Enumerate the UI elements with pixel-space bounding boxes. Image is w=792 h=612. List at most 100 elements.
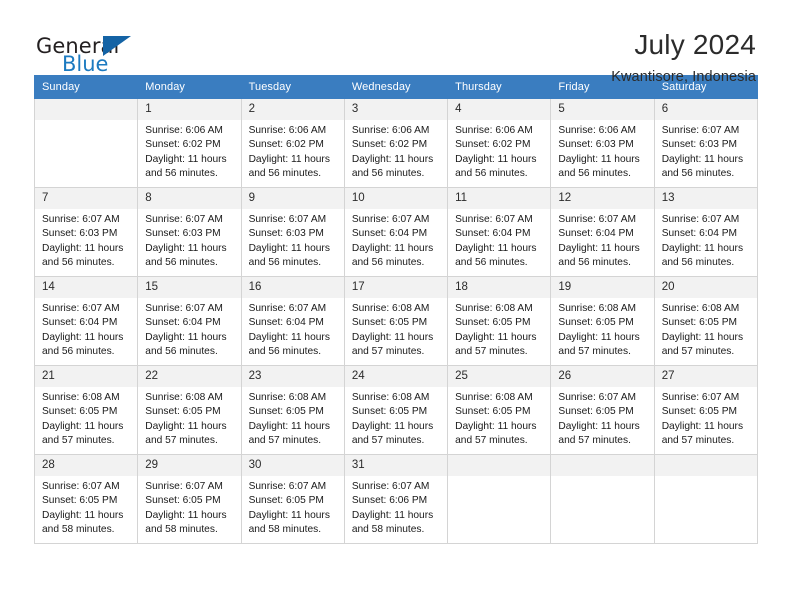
general-blue-logo[interactable]: General Blue bbox=[34, 30, 144, 78]
title-block: July 2024 Kwantisore, Indonesia bbox=[611, 29, 758, 85]
calendar-day-cell[interactable]: 16 Sunrise: 6:07 AM Sunset: 6:04 PM Dayligh… bbox=[240, 276, 345, 366]
calendar-day-cell[interactable]: 4 Sunrise: 6:06 AM Sunset: 6:02 PM Daylight… bbox=[447, 98, 552, 188]
calendar-day-cell[interactable]: 11 Sunrise: 6:07 AM Sunset: 6:04 PM Dayligh… bbox=[447, 187, 552, 277]
sunset-text: Sunset: 6:05 PM bbox=[558, 317, 634, 329]
sunrise-text: Sunrise: 6:07 AM bbox=[145, 481, 223, 492]
sunrise-text: Sunrise: 6:07 AM bbox=[42, 214, 120, 225]
sunrise-text: Sunrise: 6:08 AM bbox=[455, 303, 533, 314]
day-details: Sunrise: 6:07 AM Sunset: 6:04 PM Daylight:… bbox=[655, 209, 757, 271]
daylight-text-line2: and 56 minutes. bbox=[248, 168, 322, 180]
day-cell-content: 11 Sunrise: 6:07 AM Sunset: 6:04 PM Dayligh… bbox=[448, 188, 551, 276]
calendar-day-cell[interactable]: 1 Sunrise: 6:06 AM Sunset: 6:02 PM Daylight… bbox=[137, 98, 242, 188]
day-cell-content: 8 Sunrise: 6:07 AM Sunset: 6:03 PM Daylight… bbox=[138, 188, 241, 276]
day-cell-content bbox=[654, 455, 757, 543]
sunset-text: Sunset: 6:05 PM bbox=[42, 406, 118, 418]
sunrise-text: Sunrise: 6:07 AM bbox=[455, 214, 533, 225]
calendar-day-cell[interactable]: 22 Sunrise: 6:08 AM Sunset: 6:05 PM Dayligh… bbox=[137, 365, 242, 455]
daylight-text-line1: Daylight: 11 hours bbox=[145, 420, 227, 432]
day-number: 27 bbox=[654, 366, 757, 387]
sunset-text: Sunset: 6:05 PM bbox=[351, 406, 428, 418]
day-number: 3 bbox=[344, 99, 448, 120]
day-cell-content: 9 Sunrise: 6:07 AM Sunset: 6:03 PM Daylight… bbox=[241, 188, 344, 276]
day-number: 6 bbox=[654, 99, 757, 120]
day-details: Sunrise: 6:08 AM Sunset: 6:05 PM Daylight:… bbox=[35, 387, 137, 449]
day-cell-content: 5 Sunrise: 6:06 AM Sunset: 6:03 PM Daylight… bbox=[551, 99, 654, 187]
calendar-day-cell[interactable]: 21 Sunrise: 6:08 AM Sunset: 6:05 PM Dayligh… bbox=[33, 365, 139, 455]
calendar-week-row: 21 Sunrise: 6:08 AM Sunset: 6:05 PM Dayligh… bbox=[33, 365, 759, 455]
calendar-day-cell[interactable]: 29 Sunrise: 6:07 AM Sunset: 6:05 PM Dayligh… bbox=[137, 454, 242, 544]
calendar-day-cell[interactable]: 2 Sunrise: 6:06 AM Sunset: 6:02 PM Daylight… bbox=[240, 98, 345, 188]
daylight-text-line2: and 57 minutes. bbox=[145, 435, 218, 447]
day-details: Sunrise: 6:07 AM Sunset: 6:03 PM Daylight:… bbox=[138, 209, 240, 271]
calendar-day-cell[interactable]: 28 Sunrise: 6:07 AM Sunset: 6:05 PM Dayligh… bbox=[33, 454, 139, 544]
sunset-text: Sunset: 6:05 PM bbox=[455, 317, 531, 329]
day-number: 21 bbox=[35, 366, 138, 387]
day-cell-content: 7 Sunrise: 6:07 AM Sunset: 6:03 PM Daylight… bbox=[35, 188, 138, 276]
calendar-day-cell[interactable]: 7 Sunrise: 6:07 AM Sunset: 6:03 PM Daylight… bbox=[33, 187, 139, 277]
day-number: 12 bbox=[551, 188, 654, 209]
day-cell-content: 2 Sunrise: 6:06 AM Sunset: 6:02 PM Daylight… bbox=[241, 99, 344, 187]
sunrise-text: Sunrise: 6:07 AM bbox=[558, 392, 636, 403]
day-cell-content: 4 Sunrise: 6:06 AM Sunset: 6:02 PM Daylight… bbox=[448, 99, 551, 187]
daylight-text-line2: and 57 minutes. bbox=[351, 346, 425, 358]
daylight-text-line1: Daylight: 11 hours bbox=[558, 153, 640, 165]
day-number: 23 bbox=[241, 366, 344, 387]
day-number: 4 bbox=[448, 99, 551, 120]
calendar-day-cell[interactable]: 9 Sunrise: 6:07 AM Sunset: 6:03 PM Daylight… bbox=[240, 187, 345, 277]
weekday-header-tuesday: Tuesday bbox=[240, 75, 345, 99]
day-cell-content: 21 Sunrise: 6:08 AM Sunset: 6:05 PM Dayligh… bbox=[35, 366, 138, 454]
sunrise-text: Sunrise: 6:07 AM bbox=[145, 303, 223, 314]
daylight-text-line1: Daylight: 11 hours bbox=[145, 153, 227, 165]
day-cell-content: 14 Sunrise: 6:07 AM Sunset: 6:04 PM Dayligh… bbox=[35, 277, 138, 365]
sunset-text: Sunset: 6:03 PM bbox=[248, 228, 324, 240]
calendar-day-cell[interactable]: 6 Sunrise: 6:07 AM Sunset: 6:03 PM Daylight… bbox=[653, 98, 759, 188]
daylight-text-line1: Daylight: 11 hours bbox=[455, 420, 537, 432]
day-cell-content bbox=[448, 455, 551, 543]
day-details: Sunrise: 6:06 AM Sunset: 6:03 PM Daylight:… bbox=[551, 120, 653, 182]
calendar-day-cell[interactable]: 24 Sunrise: 6:08 AM Sunset: 6:05 PM Dayligh… bbox=[343, 365, 449, 455]
day-number: 20 bbox=[654, 277, 757, 298]
day-number: 18 bbox=[448, 277, 551, 298]
calendar-day-cell[interactable]: 5 Sunrise: 6:06 AM Sunset: 6:03 PM Daylight… bbox=[550, 98, 655, 188]
sunrise-text: Sunrise: 6:08 AM bbox=[248, 392, 327, 403]
calendar-day-cell[interactable]: 12 Sunrise: 6:07 AM Sunset: 6:04 PM Dayligh… bbox=[550, 187, 655, 277]
day-details: Sunrise: 6:07 AM Sunset: 6:05 PM Daylight:… bbox=[551, 387, 653, 449]
daylight-text-line1: Daylight: 11 hours bbox=[248, 153, 330, 165]
calendar-day-cell[interactable]: 27 Sunrise: 6:07 AM Sunset: 6:05 PM Dayligh… bbox=[653, 365, 759, 455]
calendar-day-cell[interactable]: 23 Sunrise: 6:08 AM Sunset: 6:05 PM Dayligh… bbox=[240, 365, 345, 455]
day-number: 10 bbox=[344, 188, 448, 209]
calendar-day-cell[interactable]: 18 Sunrise: 6:08 AM Sunset: 6:05 PM Dayligh… bbox=[447, 276, 552, 366]
day-number: 7 bbox=[35, 188, 138, 209]
day-details: Sunrise: 6:06 AM Sunset: 6:02 PM Daylight:… bbox=[138, 120, 240, 182]
calendar-day-cell[interactable]: 30 Sunrise: 6:07 AM Sunset: 6:05 PM Dayligh… bbox=[240, 454, 345, 544]
sunrise-text: Sunrise: 6:07 AM bbox=[661, 392, 740, 403]
day-cell-content: 17 Sunrise: 6:08 AM Sunset: 6:05 PM Dayligh… bbox=[344, 277, 448, 365]
calendar-day-cell[interactable]: 25 Sunrise: 6:08 AM Sunset: 6:05 PM Dayligh… bbox=[447, 365, 552, 455]
calendar-day-cell[interactable]: 15 Sunrise: 6:07 AM Sunset: 6:04 PM Dayligh… bbox=[137, 276, 242, 366]
daylight-text-line2: and 57 minutes. bbox=[558, 435, 631, 447]
calendar-day-cell[interactable]: 20 Sunrise: 6:08 AM Sunset: 6:05 PM Dayligh… bbox=[653, 276, 759, 366]
calendar-day-cell[interactable]: 3 Sunrise: 6:06 AM Sunset: 6:02 PM Daylight… bbox=[343, 98, 449, 188]
day-number: 1 bbox=[138, 99, 241, 120]
daylight-text-line2: and 57 minutes. bbox=[661, 346, 735, 358]
calendar-day-cell[interactable]: 17 Sunrise: 6:08 AM Sunset: 6:05 PM Dayligh… bbox=[343, 276, 449, 366]
calendar-day-cell[interactable]: 10 Sunrise: 6:07 AM Sunset: 6:04 PM Dayligh… bbox=[343, 187, 449, 277]
calendar-day-cell[interactable]: 26 Sunrise: 6:07 AM Sunset: 6:05 PM Dayligh… bbox=[550, 365, 655, 455]
day-number: 30 bbox=[241, 455, 344, 476]
sunrise-text: Sunrise: 6:06 AM bbox=[558, 125, 636, 136]
day-number: 13 bbox=[654, 188, 757, 209]
day-number: 31 bbox=[344, 455, 448, 476]
calendar-day-cell[interactable]: 31 Sunrise: 6:07 AM Sunset: 6:06 PM Dayligh… bbox=[343, 454, 449, 544]
calendar-day-cell[interactable]: 14 Sunrise: 6:07 AM Sunset: 6:04 PM Dayligh… bbox=[33, 276, 139, 366]
daylight-text-line1: Daylight: 11 hours bbox=[42, 331, 124, 343]
sunset-text: Sunset: 6:05 PM bbox=[558, 406, 634, 418]
sunrise-text: Sunrise: 6:08 AM bbox=[351, 392, 430, 403]
day-cell-content: 13 Sunrise: 6:07 AM Sunset: 6:04 PM Dayligh… bbox=[654, 188, 757, 276]
calendar-day-cell[interactable]: 8 Sunrise: 6:07 AM Sunset: 6:03 PM Daylight… bbox=[137, 187, 242, 277]
calendar-day-cell[interactable]: 19 Sunrise: 6:08 AM Sunset: 6:05 PM Dayligh… bbox=[550, 276, 655, 366]
daylight-text-line1: Daylight: 11 hours bbox=[145, 331, 227, 343]
day-details: Sunrise: 6:07 AM Sunset: 6:04 PM Daylight:… bbox=[345, 209, 447, 271]
calendar-day-cell[interactable]: 13 Sunrise: 6:07 AM Sunset: 6:04 PM Dayligh… bbox=[653, 187, 759, 277]
sunset-text: Sunset: 6:02 PM bbox=[455, 139, 531, 151]
sunset-text: Sunset: 6:05 PM bbox=[42, 495, 118, 507]
